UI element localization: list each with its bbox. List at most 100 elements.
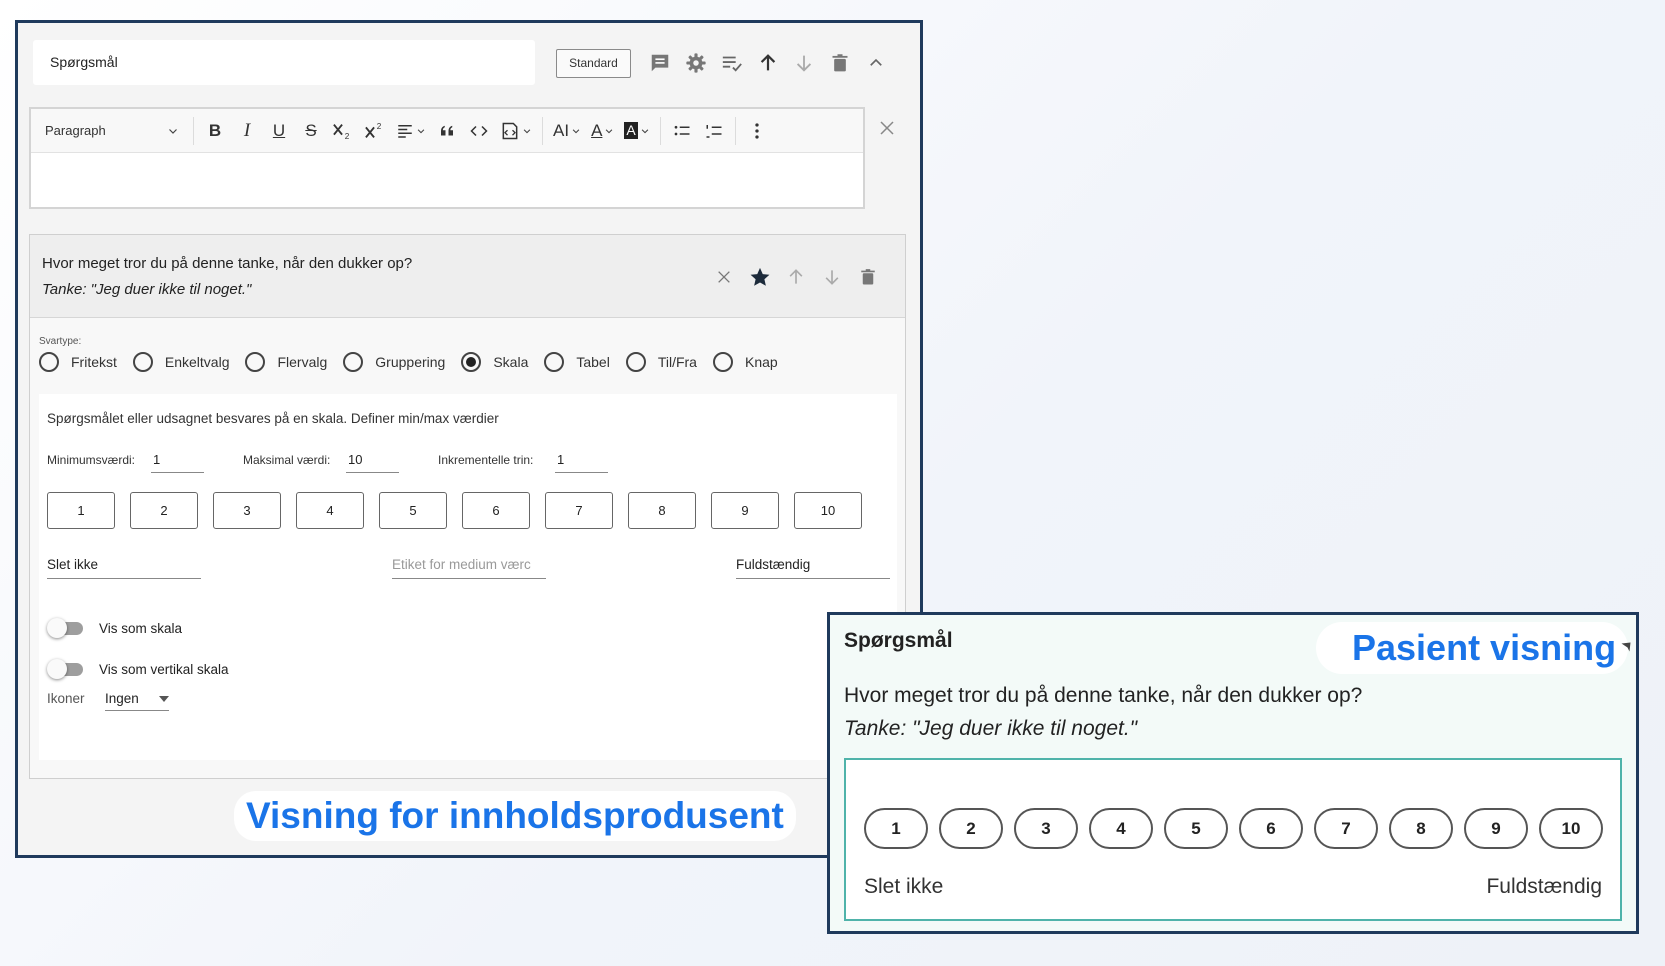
arrow-down-icon[interactable] xyxy=(790,47,818,79)
paragraph-select-label: Paragraph xyxy=(45,123,106,138)
patient-question-title: Spørgsmål xyxy=(844,629,953,652)
patient-question-subtext: Tanke: "Jeg duer ikke til noget." xyxy=(844,717,1138,740)
medium-label-input[interactable]: Etiket for medium værc xyxy=(392,556,546,579)
question-title-input[interactable]: Spørgsmål xyxy=(33,40,535,85)
radio-tabel[interactable]: Tabel xyxy=(544,352,610,372)
answer-type-label: Svartype: xyxy=(39,336,82,347)
radio-til-fra[interactable]: Til/Fra xyxy=(625,352,697,372)
italic-button[interactable]: I xyxy=(232,116,262,146)
arrow-up-icon xyxy=(789,269,803,284)
patient-question-text: Hvor meget tror du på denne tanke, når d… xyxy=(844,684,1363,707)
radio-indicator xyxy=(343,352,364,372)
question-card-actions xyxy=(710,261,882,293)
scale-value-button[interactable]: 5 xyxy=(379,492,447,529)
patient-scale-button[interactable]: 9 xyxy=(1464,808,1528,849)
delete-question-button[interactable] xyxy=(854,261,882,293)
chevron-down-icon xyxy=(417,128,425,133)
scale-value-button[interactable]: 10 xyxy=(794,492,862,529)
patient-scale-buttons: 1 2 3 4 5 6 7 8 9 10 xyxy=(864,808,1603,849)
gear-icon[interactable] xyxy=(682,47,710,79)
checklist-icon[interactable] xyxy=(718,47,746,79)
highlight-color-select[interactable]: A xyxy=(620,116,653,146)
more-options-button[interactable] xyxy=(742,116,772,146)
move-down-button[interactable] xyxy=(818,261,846,293)
code-button[interactable] xyxy=(464,116,494,146)
chevron-down-icon xyxy=(641,128,649,133)
numbered-list-button[interactable] xyxy=(699,116,729,146)
max-value-input[interactable]: 10 xyxy=(346,448,399,473)
patient-min-label: Slet ikke xyxy=(864,875,944,898)
step-input[interactable]: 1 xyxy=(555,448,608,473)
max-label-input[interactable]: Fuldstændig xyxy=(736,556,890,579)
vertical-scale-toggle[interactable] xyxy=(47,659,87,679)
move-up-button[interactable] xyxy=(782,261,810,293)
rte-content-area[interactable] xyxy=(31,153,863,207)
scale-value-button[interactable]: 2 xyxy=(130,492,198,529)
scale-value-button[interactable]: 3 xyxy=(213,492,281,529)
chevron-down-icon xyxy=(523,128,531,133)
highlight-label: A xyxy=(624,122,638,139)
max-value-label: Maksimal værdi: xyxy=(243,453,331,467)
close-editor-button[interactable] xyxy=(878,119,896,137)
radio-knap[interactable]: Knap xyxy=(712,352,778,372)
source-select[interactable] xyxy=(496,116,536,146)
radio-enkeltvalg[interactable]: Enkeltvalg xyxy=(132,352,229,372)
arrow-up-icon[interactable] xyxy=(754,47,782,79)
radio-skala[interactable]: Skala xyxy=(461,352,528,372)
blockquote-button[interactable] xyxy=(432,116,462,146)
step-label: Inkrementelle trin: xyxy=(438,453,534,467)
radio-gruppering[interactable]: Gruppering xyxy=(343,352,445,372)
icons-select[interactable]: Ingen xyxy=(105,687,169,711)
rte-toolbar: Paragraph B I U S 2 2 AI A A xyxy=(31,109,863,153)
patient-scale-button[interactable]: 10 xyxy=(1539,808,1603,849)
show-as-scale-toggle[interactable] xyxy=(47,618,87,638)
patient-scale-button[interactable]: 7 xyxy=(1314,808,1378,849)
min-label-input[interactable]: Slet ikke xyxy=(47,556,201,579)
radio-flervalg[interactable]: Flervalg xyxy=(245,352,327,372)
patient-scale-button[interactable]: 3 xyxy=(1014,808,1078,849)
scale-value-button[interactable]: 6 xyxy=(462,492,530,529)
scale-description: Spørgsmålet eller udsagnet besvares på e… xyxy=(47,411,499,426)
font-color-label: A xyxy=(591,120,603,140)
scale-value-button[interactable]: 8 xyxy=(628,492,696,529)
superscript-button[interactable]: 2 xyxy=(360,116,390,146)
trash-icon[interactable] xyxy=(826,47,854,79)
patient-scale-button[interactable]: 8 xyxy=(1389,808,1453,849)
min-value-input[interactable]: 1 xyxy=(151,448,204,473)
patient-scale-button[interactable]: 1 xyxy=(864,808,928,849)
bulleted-list-button[interactable] xyxy=(667,116,697,146)
paragraph-select[interactable]: Paragraph xyxy=(37,123,187,138)
comment-icon[interactable] xyxy=(646,47,674,79)
underline-button[interactable]: U xyxy=(264,116,294,146)
show-as-scale-toggle-row: Vis som skala xyxy=(47,618,182,638)
scale-value-button[interactable]: 9 xyxy=(711,492,779,529)
toggle-knob xyxy=(47,618,67,638)
patient-scale-button[interactable]: 6 xyxy=(1239,808,1303,849)
radio-fritekst[interactable]: Fritekst xyxy=(39,352,117,372)
chevron-down-icon xyxy=(606,128,613,133)
cursor-icon xyxy=(1620,641,1632,653)
align-select[interactable] xyxy=(392,116,430,146)
patient-scale-button[interactable]: 2 xyxy=(939,808,1003,849)
caret-down-icon xyxy=(159,695,169,702)
standard-button[interactable]: Standard xyxy=(556,49,631,78)
scale-value-button[interactable]: 4 xyxy=(296,492,364,529)
question-text[interactable]: Hvor meget tror du på denne tanke, når d… xyxy=(42,255,412,272)
close-question-button[interactable] xyxy=(710,261,738,293)
favorite-button[interactable] xyxy=(746,261,774,293)
font-size-select[interactable]: AI xyxy=(549,116,585,146)
question-subtext[interactable]: Tanke: "Jeg duer ikke til noget." xyxy=(42,281,251,298)
scale-value-button[interactable]: 7 xyxy=(545,492,613,529)
bold-button[interactable]: B xyxy=(200,116,230,146)
subscript-button[interactable]: 2 xyxy=(328,116,358,146)
patient-scale-button[interactable]: 5 xyxy=(1164,808,1228,849)
strikethrough-button[interactable]: S xyxy=(296,116,326,146)
scale-value-button[interactable]: 1 xyxy=(47,492,115,529)
patient-scale-button[interactable]: 4 xyxy=(1089,808,1153,849)
chevron-down-icon xyxy=(572,128,580,133)
font-color-select[interactable]: A xyxy=(587,116,618,146)
chevron-up-icon[interactable] xyxy=(862,47,890,79)
trash-icon xyxy=(861,269,875,285)
arrow-down-icon xyxy=(825,270,839,285)
patient-caption: Pasient visning xyxy=(1316,622,1628,674)
